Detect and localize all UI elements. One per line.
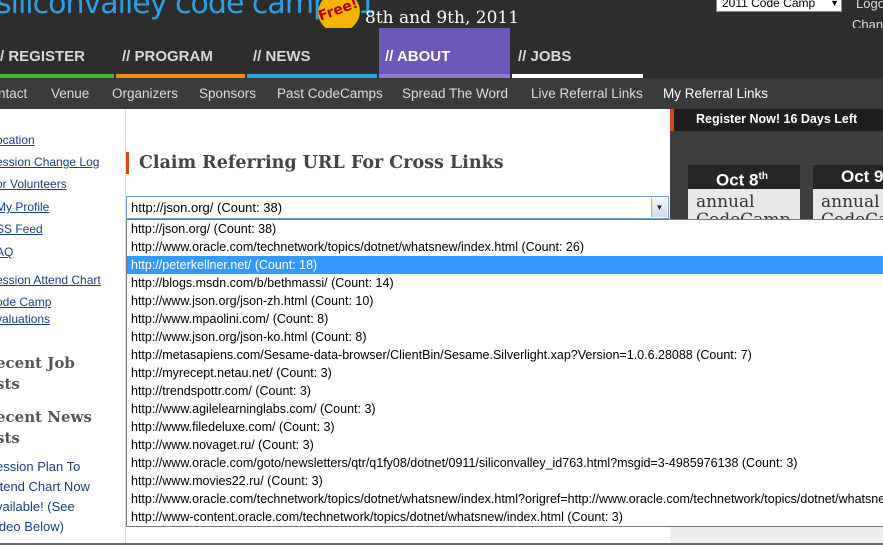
dropdown-option[interactable]: http://metasapiens.com/Sesame-data-brows… [127,346,883,364]
sub-nav: ntact Venue Organizers Sponsors Past Cod… [0,78,883,109]
tab-about[interactable]: // ABOUT [379,28,510,78]
referring-url-dropdown-list: http://json.org/ (Count: 38) http://www.o… [126,219,883,527]
sub-nav-my-referral-links[interactable]: My Referral Links [663,78,768,109]
change-link[interactable]: Chan [852,17,883,28]
main-nav: / REGISTER // PROGRAM // NEWS // ABOUT /… [0,28,883,78]
heading-line: sts [0,375,20,393]
dropdown-option[interactable]: http://www.oracle.com/goto/newsletters/q… [127,454,883,472]
sidebar-link-volunteers[interactable]: or Volunteers [0,177,67,191]
site-header: siliconvalley code camp 11 Free! 8th and… [0,0,883,28]
referring-url-select-value: http://json.org/ (Count: 38) [131,200,283,215]
referring-url-select[interactable]: http://json.org/ (Count: 38) ▼ [126,196,669,219]
dropdown-option[interactable]: http://www.movies22.ru/ (Count: 3) [127,472,883,490]
dropdown-option[interactable]: http://myrecept.netau.net/ (Count: 3) [127,364,883,382]
register-countdown: Register Now! 16 Days Left [696,112,858,126]
sidebar-link-evaluations[interactable]: valuations [0,312,50,326]
dropdown-option[interactable]: http://www.filedeluxe.com/ (Count: 3) [127,418,883,436]
sidebar-link-faq[interactable]: AQ [0,245,13,259]
event-select-value: 2011 Code Camp [722,0,816,10]
sub-nav-contact[interactable]: ntact [0,78,27,109]
recent-job-posts-heading: ecent Job sts [0,353,75,395]
sub-nav-sponsors[interactable]: Sponsors [199,78,256,109]
tab-jobs[interactable]: // JOBS [512,28,643,78]
dropdown-option[interactable]: http://www.oracle.com/technetwork/topics… [127,238,883,256]
page-title: Claim Referring URL For Cross Links [139,153,504,173]
sidebar-link-session-attend-chart[interactable]: ession Attend Chart [0,273,101,287]
heading-line: ecent Job [0,354,75,372]
sub-nav-venue[interactable]: Venue [51,78,89,109]
event-dates: 8th and 9th, 2011 [365,8,520,28]
sub-nav-live-referral-links[interactable]: Live Referral Links [531,78,643,109]
promo-date-text: Oct 8 [716,170,759,190]
dropdown-option[interactable]: http://json.org/ (Count: 38) [127,220,883,238]
dropdown-option[interactable]: http://www-content.oracle.com/technetwor… [127,508,883,526]
promo-line: annual [696,192,755,212]
dropdown-option[interactable]: http://www.mpaolini.com/ (Count: 8) [127,310,883,328]
promo-line: annual [821,192,880,212]
sidebar-link-location[interactable]: ocation [0,133,35,147]
sidebar-link-code-camp[interactable]: ode Camp [0,295,51,309]
register-banner[interactable]: Register Now! 16 Days Left [670,109,883,131]
dropdown-option[interactable]: http://www.novaget.ru/ (Count: 3) [127,436,883,454]
dropdown-option[interactable]: http://www.json.org/json-ko.html (Count:… [127,328,883,346]
free-badge: Free! [312,0,366,28]
dropdown-option[interactable]: http://trendspottr.com/ (Count: 3) [127,382,883,400]
login-link[interactable]: Logo [856,0,883,11]
chevron-down-icon[interactable]: ▼ [651,198,667,217]
sidebar-link-rss-feed[interactable]: SS Feed [0,222,43,236]
news-line: ttend Chart Now [0,479,90,494]
promo-date-suffix: th [758,171,768,182]
sub-nav-past-codecamps[interactable]: Past CodeCamps [277,78,383,109]
dropdown-option[interactable]: http://www.oracle.com/technetwork/topics… [127,490,883,508]
promo-date-text: Oct 9 [841,167,883,186]
news-line: ideo Below) [0,519,64,534]
news-line: ession Plan To [0,459,81,474]
sub-nav-organizers[interactable]: Organizers [112,78,178,109]
heading-line: sts [0,429,20,447]
event-select[interactable]: 2011 Code Camp ▼ [716,0,842,12]
tab-news[interactable]: // NEWS [247,28,377,78]
promo-date: Oct 9 [813,165,883,189]
promo-area: Oct 8th annual CodeCamp Oct 9 annual Cod… [670,131,883,231]
title-accent-bar [126,152,129,174]
tab-register[interactable]: / REGISTER [0,28,114,78]
dropdown-option[interactable]: http://peterkellner.net/ (Count: 18) [127,256,883,274]
dropdown-option[interactable]: http://www.json.org/json-zh.html (Count:… [127,292,883,310]
recent-news-posts-heading: ecent News sts [0,407,92,449]
promo-date: Oct 8th [688,165,800,190]
sidebar-link-session-change-log[interactable]: ession Change Log [0,155,99,169]
sidebar-link-my-profile[interactable]: My Profile [0,200,49,214]
left-sidebar: ocation ession Change Log or Volunteers … [0,109,126,545]
heading-line: ecent News [0,408,92,426]
news-item-link[interactable]: ession Plan To ttend Chart Now vailable!… [0,457,90,537]
sub-nav-spread-the-word[interactable]: Spread The Word [402,78,508,109]
dropdown-option[interactable]: http://blogs.msdn.com/b/bethmassi/ (Coun… [127,274,883,292]
dropdown-option[interactable]: http://www.agilelearninglabs.com/ (Count… [127,400,883,418]
news-line: vailable! (See [0,499,75,514]
tab-program[interactable]: // PROGRAM [116,28,245,78]
chevron-down-icon: ▼ [830,0,839,8]
